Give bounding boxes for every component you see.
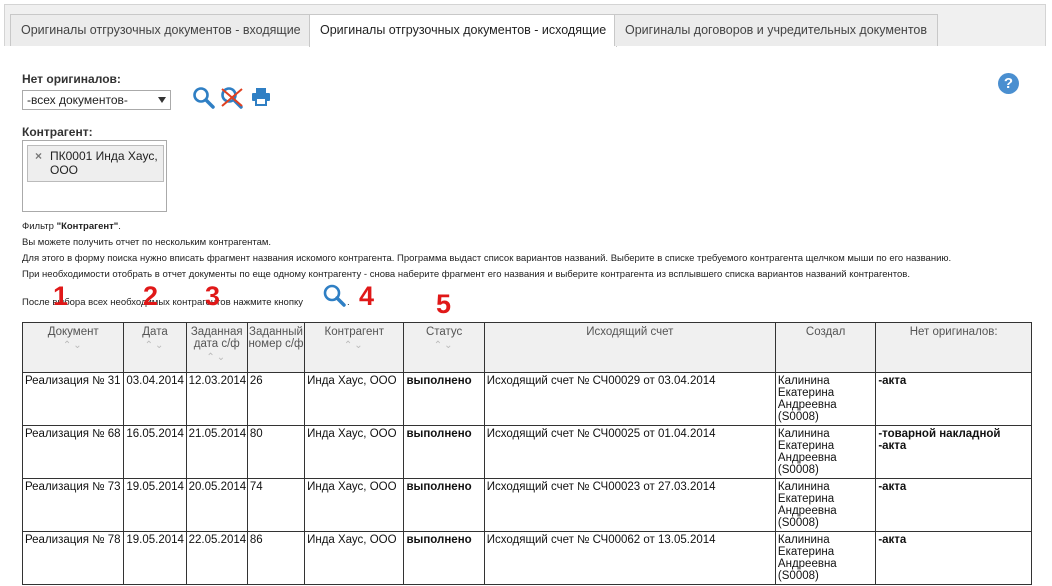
cell-invoice[interactable]: Исходящий счет № СЧ00023 от 27.03.2014 [483,478,776,532]
cell-sf-number: 86 [246,531,306,585]
marker-5: 5 [436,289,452,319]
cell-document[interactable]: Реализация № 68 [21,425,125,479]
table-row[interactable]: Реализация № 68 16.05.2014 21.05.2014 80 Инд… [21,425,1032,479]
cell-status: выполнено [403,531,485,585]
cell-status: выполнено [403,425,485,479]
cell-date: 03.04.2014 [123,372,187,426]
filter-note-title: Фильтр "Контрагент". [22,221,121,232]
cell-invoice[interactable]: Исходящий счет № СЧ00029 от 03.04.2014 [483,372,776,426]
cell-sf-date: 22.05.2014 [185,531,248,585]
cell-missing-originals: -акта [875,372,1032,426]
filter-note-line: Для этого в форму поиска нужно вписать ф… [22,253,952,264]
column-header-outgoing-invoice: Исходящий счет [483,322,776,373]
sort-icon[interactable]: ⌃⌄ [187,352,247,364]
cell-missing-originals: -акта [875,531,1032,585]
cell-counterparty: Инда Хаус, ООО [304,425,405,479]
filter-note-line: Вы можете получить отчет по нескольким к… [22,237,272,248]
table-row[interactable]: Реализация № 31 03.04.2014 12.03.2014 26 Инд… [21,372,1032,426]
cell-document[interactable]: Реализация № 31 [21,372,125,426]
cell-date: 19.05.2014 [123,531,187,585]
counterparty-label: Контрагент: [22,125,93,139]
print-icon[interactable] [251,87,271,107]
marker-4: 4 [359,281,375,311]
cell-missing-originals: -акта [875,478,1032,532]
column-header-date[interactable]: Дата ⌃⌄ [123,322,187,373]
table-header-row: Документ ⌃⌄ Дата ⌃⌄ Заданная дата с/ф ⌃⌄ За… [21,322,1032,373]
sort-icon[interactable]: ⌃⌄ [404,340,483,352]
tab-contract-originals[interactable]: Оригиналы договоров и учредительных доку… [614,14,939,46]
cell-status: выполнено [403,372,485,426]
remove-chip-icon[interactable]: × [35,149,42,163]
marker-3: 3 [205,281,221,311]
cell-created-by: Калинина Екатерина Андреевна (S0008) [774,478,877,532]
column-header-missing-originals: Нет оригиналов: [875,322,1032,373]
search-icon[interactable] [322,283,348,309]
sort-icon[interactable]: ⌃⌄ [305,340,403,352]
tab-incoming-shipping-originals[interactable]: Оригиналы отгрузочных документов - входя… [10,14,312,46]
cell-counterparty: Инда Хаус, ООО [304,531,405,585]
cell-status: выполнено [403,478,485,532]
tab-outgoing-shipping-originals[interactable]: Оригиналы отгрузочных документов - исход… [309,14,618,47]
cell-created-by: Калинина Екатерина Андреевна (S0008) [774,425,877,479]
help-icon[interactable]: ? [998,73,1019,94]
cell-counterparty: Инда Хаус, ООО [304,478,405,532]
marker-1: 1 [53,281,69,311]
cell-document[interactable]: Реализация № 73 [21,478,125,532]
filter-note-line: При необходимости отобрать в отчет докум… [22,269,910,280]
cell-created-by: Калинина Екатерина Андреевна (S0008) [774,531,877,585]
column-header-status[interactable]: Статус ⌃⌄ [403,322,485,373]
chip-label: ПК0001 Инда Хаус, ООО [50,149,158,177]
cell-created-by: Калинина Екатерина Андреевна (S0008) [774,372,877,426]
cell-invoice[interactable]: Исходящий счет № СЧ00062 от 13.05.2014 [483,531,776,585]
marker-2: 2 [143,281,159,311]
chevron-down-icon [158,97,166,103]
column-header-sf-date[interactable]: Заданная дата с/ф ⌃⌄ [185,322,248,373]
documents-table: Документ ⌃⌄ Дата ⌃⌄ Заданная дата с/ф ⌃⌄ За… [21,322,1032,585]
cell-sf-date: 12.03.2014 [185,372,248,426]
clear-search-icon[interactable] [220,86,246,110]
sort-icon[interactable]: ⌃⌄ [23,340,123,352]
no-originals-label: Нет оригиналов: [22,72,121,86]
column-header-sf-number: Заданный номер с/ф [246,322,306,373]
no-originals-select[interactable]: -всех документов- [22,90,171,110]
cell-date: 19.05.2014 [123,478,187,532]
cell-sf-number: 26 [246,372,306,426]
filter-note-end: . [347,297,350,308]
cell-sf-date: 20.05.2014 [185,478,248,532]
cell-missing-originals: -товарной накладной -акта [875,425,1032,479]
table-row[interactable]: Реализация № 78 19.05.2014 22.05.2014 86 Инд… [21,531,1032,585]
cell-invoice[interactable]: Исходящий счет № СЧ00025 от 01.04.2014 [483,425,776,479]
cell-counterparty: Инда Хаус, ООО [304,372,405,426]
cell-sf-number: 80 [246,425,306,479]
search-icon[interactable] [192,86,216,110]
column-header-created-by: Создал [774,322,877,373]
select-value: -всех документов- [27,93,128,107]
counterparty-select[interactable]: × ПК0001 Инда Хаус, ООО [22,140,167,212]
counterparty-chip: × ПК0001 Инда Хаус, ООО [27,145,164,182]
cell-document[interactable]: Реализация № 78 [21,531,125,585]
column-header-document[interactable]: Документ ⌃⌄ [21,322,125,373]
sort-icon[interactable]: ⌃⌄ [124,340,185,352]
cell-sf-number: 74 [246,478,306,532]
table-row[interactable]: Реализация № 73 19.05.2014 20.05.2014 74 Инд… [21,478,1032,532]
column-header-counterparty[interactable]: Контрагент ⌃⌄ [304,322,405,373]
cell-sf-date: 21.05.2014 [185,425,248,479]
cell-date: 16.05.2014 [123,425,187,479]
